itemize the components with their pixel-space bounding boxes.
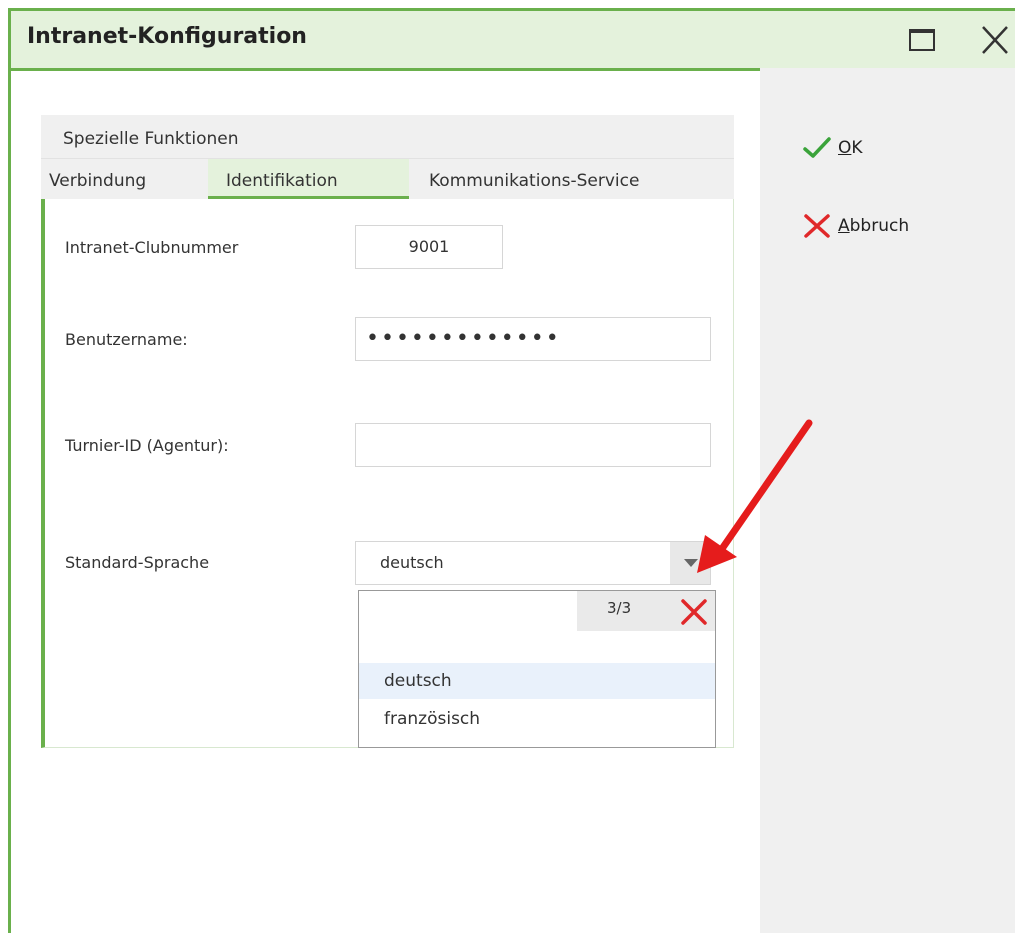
tab-label: Spezielle Funktionen <box>63 129 239 149</box>
clear-icon[interactable] <box>677 595 711 629</box>
username-input[interactable]: ••••••••••••• <box>355 317 711 361</box>
tab-communication-service[interactable]: Kommunikations-Service <box>409 159 734 199</box>
dropdown-option-franzoesisch[interactable]: französisch <box>359 701 715 737</box>
cross-icon <box>804 214 830 238</box>
tournament-id-label: Turnier-ID (Agentur): <box>65 436 229 455</box>
window-close-icon[interactable] <box>975 21 1015 59</box>
club-number-input[interactable]: 9001 <box>355 225 503 269</box>
tab-connection[interactable]: Verbindung <box>41 159 208 199</box>
dropdown-option-deutsch[interactable]: deutsch <box>359 663 715 699</box>
language-dropdown-list: 3/3 deutsch französisch <box>358 590 716 748</box>
checkmark-icon <box>803 137 831 158</box>
tab-identification[interactable]: Identifikation <box>208 159 409 199</box>
identification-panel: Intranet-Clubnummer 9001 Benutzername: •… <box>41 199 734 748</box>
window-title: Intranet-Konfiguration <box>27 24 307 49</box>
dropdown-header: 3/3 <box>577 591 715 631</box>
title-bar: Intranet-Konfiguration <box>11 11 1015 71</box>
red-arrow-annotation <box>697 419 813 573</box>
tournament-id-input[interactable] <box>355 423 711 467</box>
option-count: 3/3 <box>607 599 632 617</box>
cancel-label: Abbruch <box>838 216 910 236</box>
ok-button[interactable]: OK <box>802 136 863 160</box>
default-language-label: Standard-Sprache <box>65 553 210 572</box>
default-language-select[interactable]: deutsch <box>355 541 711 585</box>
ok-label: OK <box>838 138 863 158</box>
username-label: Benutzername: <box>65 330 188 349</box>
tab-row: Verbindung Identifikation Kommunikations… <box>41 159 734 199</box>
config-window: Intranet-Konfiguration OK Abbruch Spezie… <box>8 8 1015 933</box>
club-number-label: Intranet-Clubnummer <box>65 238 239 257</box>
selected-language: deutsch <box>380 553 444 572</box>
window-maximize-icon[interactable] <box>909 29 935 51</box>
tab-special-functions[interactable]: Spezielle Funktionen <box>41 115 734 159</box>
cancel-button[interactable]: Abbruch <box>802 213 909 239</box>
